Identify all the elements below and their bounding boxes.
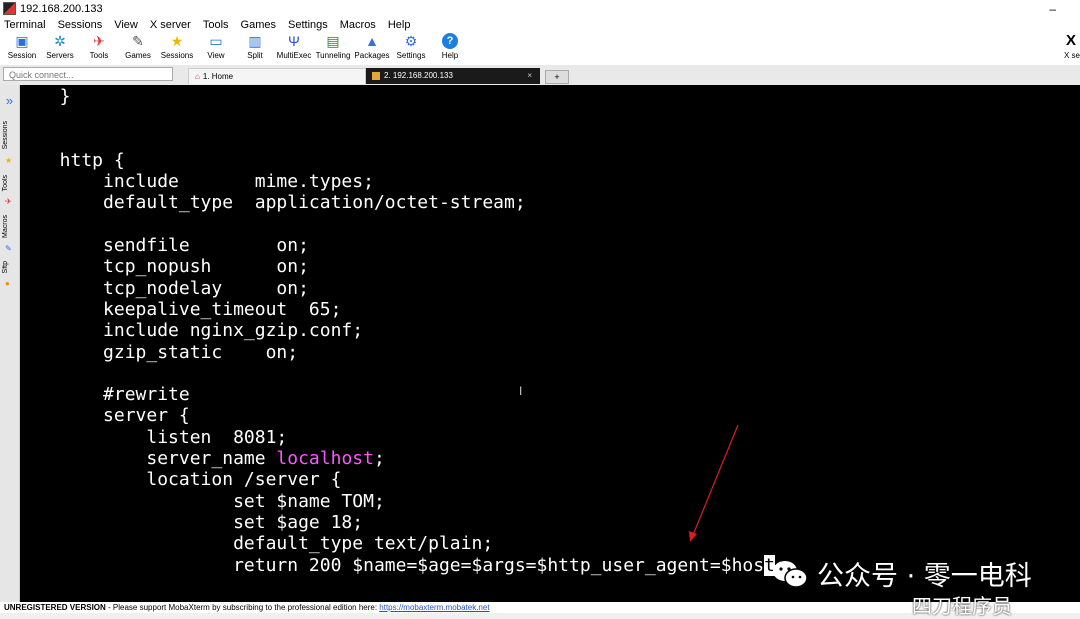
main-toolbar: ▣ Session ✲ Servers ✈ Tools ✎ Games ★ Se…	[0, 32, 1080, 65]
monitor-icon: ▣	[15, 33, 29, 49]
servers-icon: ✲	[54, 33, 66, 49]
x-icon: X	[1066, 33, 1077, 49]
menu-sessions[interactable]: Sessions	[58, 19, 103, 31]
tunneling-button[interactable]: ▤ Tunneling	[311, 33, 355, 60]
watermark-text: 公众号 · 零一电科	[817, 561, 1032, 592]
help-button[interactable]: ? Help	[428, 33, 472, 60]
tab-row: Quick connect... ⌂ 1. Home 2. 192.168.200…	[0, 65, 1080, 85]
left-sidebar: » Sessions ★ Tools ✈ Macros ✎ Sftp ●	[0, 85, 20, 602]
tools-side-icon: ✈	[5, 197, 12, 206]
multiexec-icon: Ψ	[288, 33, 300, 49]
sidebar-macros-tab[interactable]: Macros	[2, 215, 9, 238]
view-button[interactable]: ▭ View	[194, 33, 238, 60]
tunneling-icon: ▤	[326, 33, 340, 49]
games-label: Games	[125, 51, 151, 60]
menu-view[interactable]: View	[114, 19, 138, 31]
games-button[interactable]: ✎ Games	[116, 33, 160, 60]
wechat-logo-icon	[771, 559, 809, 589]
sftp-side-icon: ●	[5, 279, 10, 288]
menu-macros[interactable]: Macros	[340, 19, 376, 31]
view-icon: ▭	[209, 33, 223, 49]
support-message: - Please support MobaXterm by subscribin…	[105, 603, 380, 612]
annotation-arrow-icon	[689, 424, 739, 542]
packages-icon: ▲	[365, 33, 379, 49]
multiexec-button[interactable]: Ψ MultiExec	[272, 33, 316, 60]
home-icon: ⌂	[195, 72, 200, 81]
settings-label: Settings	[396, 51, 426, 60]
tunneling-label: Tunneling	[315, 51, 351, 60]
menu-games[interactable]: Games	[241, 19, 276, 31]
packages-label: Packages	[354, 51, 390, 60]
help-label: Help	[441, 51, 459, 60]
split-button[interactable]: ▥ Split	[233, 33, 277, 60]
tools-button[interactable]: ✈ Tools	[77, 33, 121, 60]
multiexec-label: MultiExec	[276, 51, 312, 60]
sidebar-tools-tab[interactable]: Tools	[2, 175, 9, 191]
servers-button[interactable]: ✲ Servers	[38, 33, 82, 60]
sessions-button[interactable]: ★ Sessions	[155, 33, 199, 60]
servers-label: Servers	[46, 51, 74, 60]
menu-tools[interactable]: Tools	[203, 19, 229, 31]
xserver-button[interactable]: X X server	[1060, 33, 1080, 61]
gear-icon: ⚙	[404, 33, 418, 49]
terminal-tab-icon	[372, 71, 380, 80]
wechat-watermark: 公众号 · 零一电科	[771, 554, 1032, 593]
expand-sidebar-icon[interactable]: »	[0, 93, 19, 108]
settings-button[interactable]: ⚙ Settings	[389, 33, 433, 60]
unregistered-label: UNREGISTERED VERSION	[4, 603, 106, 612]
menu-bar: Terminal Sessions View X server Tools Ga…	[0, 17, 1080, 32]
tab-ssh-session[interactable]: 2. 192.168.200.133 ×	[366, 68, 540, 84]
menu-help[interactable]: Help	[388, 19, 411, 31]
view-label: View	[207, 51, 225, 60]
sidebar-sftp-tab[interactable]: Sftp	[2, 261, 9, 273]
xserver-label: X server	[1064, 51, 1080, 60]
help-icon: ?	[442, 33, 458, 49]
menu-settings[interactable]: Settings	[288, 19, 328, 31]
macros-side-icon: ✎	[5, 244, 12, 253]
close-tab-icon[interactable]: ×	[527, 68, 532, 84]
packages-button[interactable]: ▲ Packages	[350, 33, 394, 60]
title-bar: 192.168.200.133 –	[0, 0, 1080, 17]
new-tab-button[interactable]: +	[545, 70, 569, 84]
tab-home-label: 1. Home	[202, 72, 234, 81]
tools-icon: ✈	[93, 33, 105, 49]
split-label: Split	[247, 51, 263, 60]
terminal-view[interactable]: } http { include mime.types; default_typ…	[20, 85, 1080, 602]
mobaxterm-link[interactable]: https://mobaxterm.mobatek.net	[379, 603, 489, 612]
mobaxterm-app-icon	[3, 2, 16, 15]
split-icon: ▥	[248, 33, 262, 49]
tab-home[interactable]: ⌂ 1. Home	[188, 68, 366, 84]
quick-connect-input[interactable]: Quick connect...	[3, 67, 173, 81]
menu-xserver[interactable]: X server	[150, 19, 191, 31]
minimize-button[interactable]: –	[1049, 2, 1056, 16]
bottom-watermark-text: 四刀程序员	[912, 594, 1012, 618]
gamepad-icon: ✎	[132, 33, 144, 49]
sessions-star-icon: ★	[5, 156, 13, 165]
sessions-label: Sessions	[160, 51, 194, 60]
star-icon: ★	[170, 33, 184, 49]
window-title: 192.168.200.133	[20, 2, 103, 15]
tools-label: Tools	[89, 51, 109, 60]
tab-ssh-label: 2. 192.168.200.133	[384, 71, 453, 80]
sidebar-sessions-tab[interactable]: Sessions	[2, 121, 9, 149]
menu-terminal[interactable]: Terminal	[4, 19, 46, 31]
